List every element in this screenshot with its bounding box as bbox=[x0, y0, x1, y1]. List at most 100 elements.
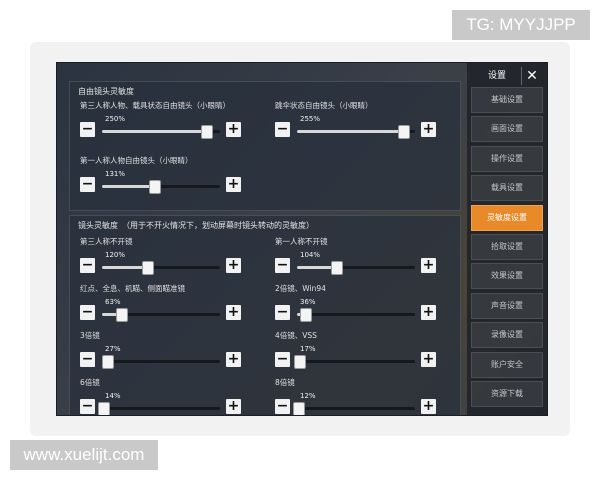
setting-2x-scope: 2倍镜、Win94 − 36% + bbox=[275, 283, 455, 333]
increase-button[interactable]: + bbox=[421, 258, 436, 273]
slider-fill bbox=[297, 130, 404, 133]
setting-value: 17% bbox=[300, 345, 316, 353]
increase-button[interactable]: + bbox=[226, 122, 241, 137]
decrease-button[interactable]: − bbox=[275, 305, 290, 320]
decrease-button[interactable]: − bbox=[80, 122, 95, 137]
setting-value: 131% bbox=[105, 170, 126, 178]
setting-red-dot-scope: 红点、全息、机瞄、侧面瞄准镜 − 63% + bbox=[80, 283, 260, 333]
section-title-camera: 镜头灵敏度 （用于不开火情况下，划动屏幕时镜头转动的灵敏度） bbox=[78, 221, 314, 230]
setting-fpp-no-scope: 第一人称不开镜 − 104% + bbox=[275, 236, 455, 286]
slider-fill bbox=[102, 185, 154, 188]
slider-knob[interactable] bbox=[148, 180, 161, 194]
increase-button[interactable]: + bbox=[226, 305, 241, 320]
setting-value: 14% bbox=[105, 392, 121, 400]
menu-item-resource-download[interactable]: 资源下载 bbox=[471, 380, 543, 407]
setting-value: 104% bbox=[300, 251, 321, 259]
slider-knob[interactable] bbox=[300, 308, 313, 322]
panel-title: 设置 bbox=[487, 71, 506, 81]
slider-track[interactable] bbox=[101, 355, 220, 369]
menu-item-replay[interactable]: 录像设置 bbox=[471, 322, 543, 349]
decrease-button[interactable]: − bbox=[80, 258, 95, 273]
increase-button[interactable]: + bbox=[226, 177, 241, 192]
slider-track[interactable] bbox=[297, 308, 415, 322]
slider-track[interactable] bbox=[297, 261, 415, 275]
decrease-button[interactable]: − bbox=[80, 399, 95, 414]
increase-button[interactable]: + bbox=[226, 399, 241, 414]
setting-label: 4倍镜、VSS bbox=[275, 331, 317, 340]
slider-track[interactable] bbox=[102, 180, 220, 194]
setting-label: 第一人称人物自由镜头（小眼睛） bbox=[80, 156, 193, 165]
settings-screen: 自由镜头灵敏度 第三人称人物、载具状态自由镜头（小眼睛） − 250% + 跳伞… bbox=[56, 62, 548, 416]
setting-label: 第三人称不开镜 bbox=[80, 237, 133, 246]
slider-knob[interactable] bbox=[200, 125, 213, 139]
setting-label: 第一人称不开镜 bbox=[275, 237, 328, 246]
increase-button[interactable]: + bbox=[226, 258, 241, 273]
setting-value: 120% bbox=[105, 251, 126, 259]
increase-button[interactable]: + bbox=[421, 399, 436, 414]
slider-knob[interactable] bbox=[398, 125, 411, 139]
increase-button[interactable]: + bbox=[421, 122, 436, 137]
setting-fpp-free-camera: 第一人称人物自由镜头（小眼睛） − 131% + bbox=[80, 155, 260, 205]
setting-tpp-free-camera: 第三人称人物、载具状态自由镜头（小眼睛） − 250% + bbox=[80, 100, 260, 150]
setting-value: 250% bbox=[105, 115, 126, 123]
setting-4x-scope: 4倍镜、VSS − 17% + bbox=[275, 330, 455, 380]
section-title-free-camera: 自由镜头灵敏度 bbox=[78, 87, 134, 96]
setting-label: 跳伞状态自由镜头（小眼睛） bbox=[275, 101, 373, 110]
setting-label: 8倍镜 bbox=[275, 378, 295, 387]
slider-knob[interactable] bbox=[101, 355, 114, 369]
menu-item-account-security[interactable]: 账户安全 bbox=[471, 351, 543, 378]
slider-knob[interactable] bbox=[115, 308, 128, 322]
slider-knob[interactable] bbox=[330, 261, 343, 275]
menu-item-vehicle[interactable]: 载具设置 bbox=[471, 175, 543, 202]
increase-button[interactable]: + bbox=[421, 305, 436, 320]
menu-item-effects[interactable]: 效果设置 bbox=[471, 263, 543, 290]
camera-sensitivity-section: 镜头灵敏度 （用于不开火情况下，划动屏幕时镜头转动的灵敏度） 第三人称不开镜 −… bbox=[69, 215, 461, 415]
decrease-button[interactable]: − bbox=[275, 352, 290, 367]
decrease-button[interactable]: − bbox=[275, 258, 290, 273]
setting-8x-scope: 8倍镜 − 12% + bbox=[275, 377, 455, 415]
settings-sidebar: 设置 ✕ 基础设置画面设置 操作设置载具设置 灵敏度设置 拾取设置效果设置 声音设置录像… bbox=[467, 63, 547, 415]
menu-item-graphics[interactable]: 画面设置 bbox=[471, 116, 543, 143]
slider-track[interactable] bbox=[102, 261, 220, 275]
menu-item-basic[interactable]: 基础设置 bbox=[471, 87, 543, 113]
setting-label: 第三人称人物、载具状态自由镜头（小眼睛） bbox=[80, 101, 230, 110]
decrease-button[interactable]: − bbox=[80, 177, 95, 192]
setting-value: 27% bbox=[105, 345, 121, 353]
slider-knob[interactable] bbox=[98, 402, 111, 415]
setting-parachute-free-camera: 跳伞状态自由镜头（小眼睛） − 255% + bbox=[275, 100, 455, 150]
setting-value: 255% bbox=[300, 115, 321, 123]
setting-3x-scope: 3倍镜 − 27% + bbox=[80, 330, 260, 380]
slider-track[interactable] bbox=[297, 125, 415, 139]
decrease-button[interactable]: − bbox=[80, 352, 95, 367]
decrease-button[interactable]: − bbox=[275, 399, 290, 414]
watermark-bottom: www.xuelijt.com bbox=[10, 440, 158, 470]
menu-item-sensitivity[interactable]: 灵敏度设置 bbox=[471, 204, 543, 231]
setting-tpp-no-scope: 第三人称不开镜 − 120% + bbox=[80, 236, 260, 286]
setting-label: 2倍镜、Win94 bbox=[275, 284, 326, 293]
setting-label: 6倍镜 bbox=[80, 378, 100, 387]
increase-button[interactable]: + bbox=[421, 352, 436, 367]
slider-track[interactable] bbox=[102, 125, 220, 139]
watermark-top: TG: MYYJJPP bbox=[452, 10, 590, 40]
settings-menu: 基础设置画面设置 操作设置载具设置 灵敏度设置 拾取设置效果设置 声音设置录像设置 账户安… bbox=[471, 87, 543, 410]
menu-item-controls[interactable]: 操作设置 bbox=[471, 145, 543, 172]
slider-fill bbox=[102, 130, 206, 133]
slider-knob[interactable] bbox=[141, 261, 154, 275]
close-icon[interactable]: ✕ bbox=[521, 67, 542, 85]
slider-knob[interactable] bbox=[293, 402, 306, 415]
decrease-button[interactable]: − bbox=[80, 305, 95, 320]
setting-value: 36% bbox=[300, 298, 316, 306]
menu-item-pickup[interactable]: 拾取设置 bbox=[471, 233, 543, 260]
menu-item-audio[interactable]: 声音设置 bbox=[471, 292, 543, 319]
slider-track[interactable] bbox=[294, 355, 415, 369]
setting-label: 3倍镜 bbox=[80, 331, 100, 340]
slider-track[interactable] bbox=[98, 402, 220, 415]
slider-track[interactable] bbox=[102, 308, 220, 322]
slider-fill bbox=[102, 266, 147, 269]
increase-button[interactable]: + bbox=[226, 352, 241, 367]
slider-knob[interactable] bbox=[294, 355, 307, 369]
slider-track[interactable] bbox=[293, 402, 415, 415]
decrease-button[interactable]: − bbox=[275, 122, 290, 137]
setting-value: 12% bbox=[300, 392, 316, 400]
setting-value: 63% bbox=[105, 298, 121, 306]
